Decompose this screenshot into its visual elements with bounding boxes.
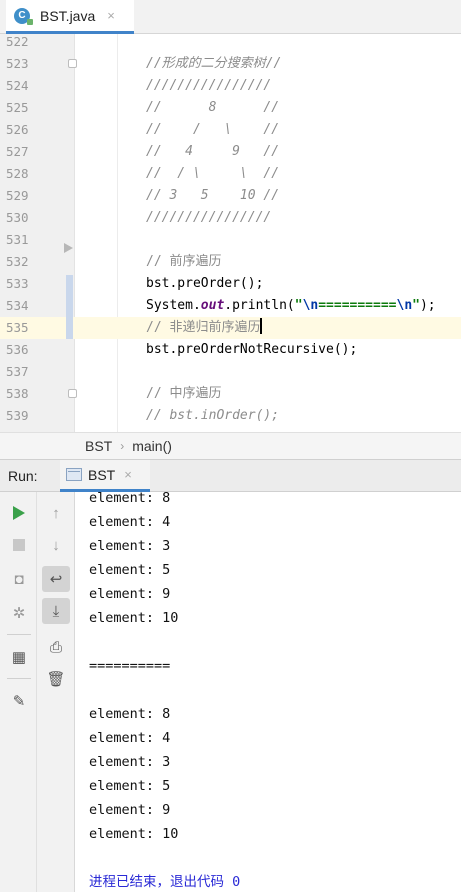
code-line[interactable]: 528 // / \ \ //: [0, 163, 461, 185]
tab-label: BST.java: [40, 7, 96, 24]
run-icon[interactable]: [5, 500, 33, 526]
code-line[interactable]: 537: [0, 361, 461, 383]
code-text: bst.preOrder();: [146, 276, 264, 291]
chevron-right-icon: ›: [120, 439, 125, 453]
fold-icon[interactable]: [68, 59, 77, 68]
console-line: element: 4: [89, 514, 171, 530]
console-line: element: 9: [89, 586, 171, 602]
soft-wrap-icon[interactable]: ↩: [42, 566, 70, 592]
line-number: 525: [6, 100, 29, 115]
layout-icon[interactable]: ▦: [5, 644, 33, 670]
print-icon[interactable]: ⎙: [42, 634, 70, 660]
line-number: 529: [6, 188, 29, 203]
code-text: // 前序遍历: [146, 254, 222, 269]
line-number: 536: [6, 342, 29, 357]
console-icon: [66, 468, 82, 481]
line-number: 538: [6, 386, 29, 401]
console-line: element: 3: [89, 538, 171, 554]
code-text: System.out.println("\n==========\n");: [146, 298, 436, 313]
code-line[interactable]: 539 // bst.inOrder();: [0, 405, 461, 427]
code-text: // 非递归前序遍历: [146, 318, 263, 335]
close-icon[interactable]: ×: [107, 8, 115, 23]
console-line: element: 10: [89, 826, 179, 842]
code-line[interactable]: 525 // 8 //: [0, 97, 461, 119]
run-toolbar-right: ↑ ↓ ↩ ⤓ ⎙ 🗑: [37, 492, 75, 892]
toolbar-divider: [7, 678, 31, 679]
vcs-change-marker[interactable]: [66, 275, 73, 339]
console-line: element: 4: [89, 730, 171, 746]
pin-icon[interactable]: ✎: [5, 688, 33, 714]
line-number: 531: [6, 232, 29, 247]
console-line: element: 9: [89, 802, 171, 818]
line-number: 528: [6, 166, 29, 181]
console-line: element: 8: [89, 492, 171, 506]
fold-arrow-icon[interactable]: [64, 243, 73, 253]
run-label: Run:: [8, 468, 38, 484]
code-text: // / \ \ //: [146, 166, 280, 181]
code-text: //形成的二分搜索树//: [146, 56, 282, 71]
line-number: 532: [6, 254, 29, 269]
code-text: // 3 5 10 //: [146, 188, 280, 203]
line-number: 523: [6, 56, 29, 71]
code-line[interactable]: 529 // 3 5 10 //: [0, 185, 461, 207]
close-icon[interactable]: ×: [124, 467, 132, 482]
code-text: ////////////////: [146, 210, 272, 225]
run-tab-bst[interactable]: BST ×: [60, 460, 150, 492]
line-number: 530: [6, 210, 29, 225]
code-text: // 中序遍历: [146, 386, 222, 401]
code-editor[interactable]: 522 523 //形成的二分搜索树// 524 //////////////// 525…: [0, 34, 461, 432]
bug-icon[interactable]: ✲: [5, 600, 33, 626]
code-line[interactable]: 524 ////////////////: [0, 75, 461, 97]
code-text: bst.preOrderNotRecursive();: [146, 342, 358, 357]
down-arrow-icon[interactable]: ↓: [42, 532, 70, 558]
breadcrumb-class[interactable]: BST: [85, 438, 112, 454]
console-line: element: 10: [89, 610, 179, 626]
trash-icon[interactable]: 🗑: [42, 666, 70, 692]
run-toolbar-left: ◘ ✲ ▦ ✎: [0, 492, 37, 892]
camera-icon[interactable]: ◘: [5, 566, 33, 592]
line-number: 539: [6, 408, 29, 423]
code-text: // bst.inOrder();: [146, 408, 280, 423]
code-line[interactable]: 536 bst.preOrderNotRecursive();: [0, 339, 461, 361]
run-panel-header: Run: BST ×: [0, 459, 461, 492]
run-tab-label: BST: [88, 466, 116, 483]
fold-icon[interactable]: [68, 389, 77, 398]
console-line: ==========: [89, 658, 171, 674]
breadcrumb-method[interactable]: main(): [132, 438, 172, 454]
up-arrow-icon[interactable]: ↑: [42, 500, 70, 526]
console-line: element: 5: [89, 778, 171, 794]
console-line: element: 3: [89, 754, 171, 770]
line-number: 527: [6, 144, 29, 159]
line-number: 535: [6, 320, 29, 335]
editor-tab-bar: C BST.java ×: [0, 0, 461, 34]
line-number: 537: [6, 364, 29, 379]
console-line: element: 8: [89, 706, 171, 722]
code-line[interactable]: 527 // 4 9 //: [0, 141, 461, 163]
console-output[interactable]: element: 8 element: 4 element: 3 element: 5…: [75, 492, 461, 892]
line-number: 524: [6, 78, 29, 93]
tab-bst-java[interactable]: C BST.java ×: [6, 0, 134, 34]
toolbar-divider: [7, 634, 31, 635]
code-line[interactable]: 522: [0, 34, 461, 53]
line-number: 534: [6, 298, 29, 313]
code-line[interactable]: 530 ////////////////: [0, 207, 461, 229]
code-text: ////////////////: [146, 78, 272, 93]
line-number: 526: [6, 122, 29, 137]
java-class-icon: C: [14, 7, 33, 25]
code-line[interactable]: 532 // 前序遍历: [0, 251, 461, 273]
scroll-to-end-icon[interactable]: ⤓: [42, 598, 70, 624]
text-caret: [260, 318, 263, 334]
line-number: 522: [6, 34, 29, 49]
process-exit-message: 进程已结束，退出代码 0: [89, 874, 241, 890]
line-number: 533: [6, 276, 29, 291]
code-text: // 4 9 //: [146, 144, 280, 159]
stop-icon[interactable]: [5, 532, 33, 558]
console-line: element: 5: [89, 562, 171, 578]
code-text: // / \ //: [146, 122, 280, 137]
code-text: // 8 //: [146, 100, 280, 115]
code-line[interactable]: 526 // / \ //: [0, 119, 461, 141]
breadcrumb: BST › main(): [0, 432, 461, 459]
